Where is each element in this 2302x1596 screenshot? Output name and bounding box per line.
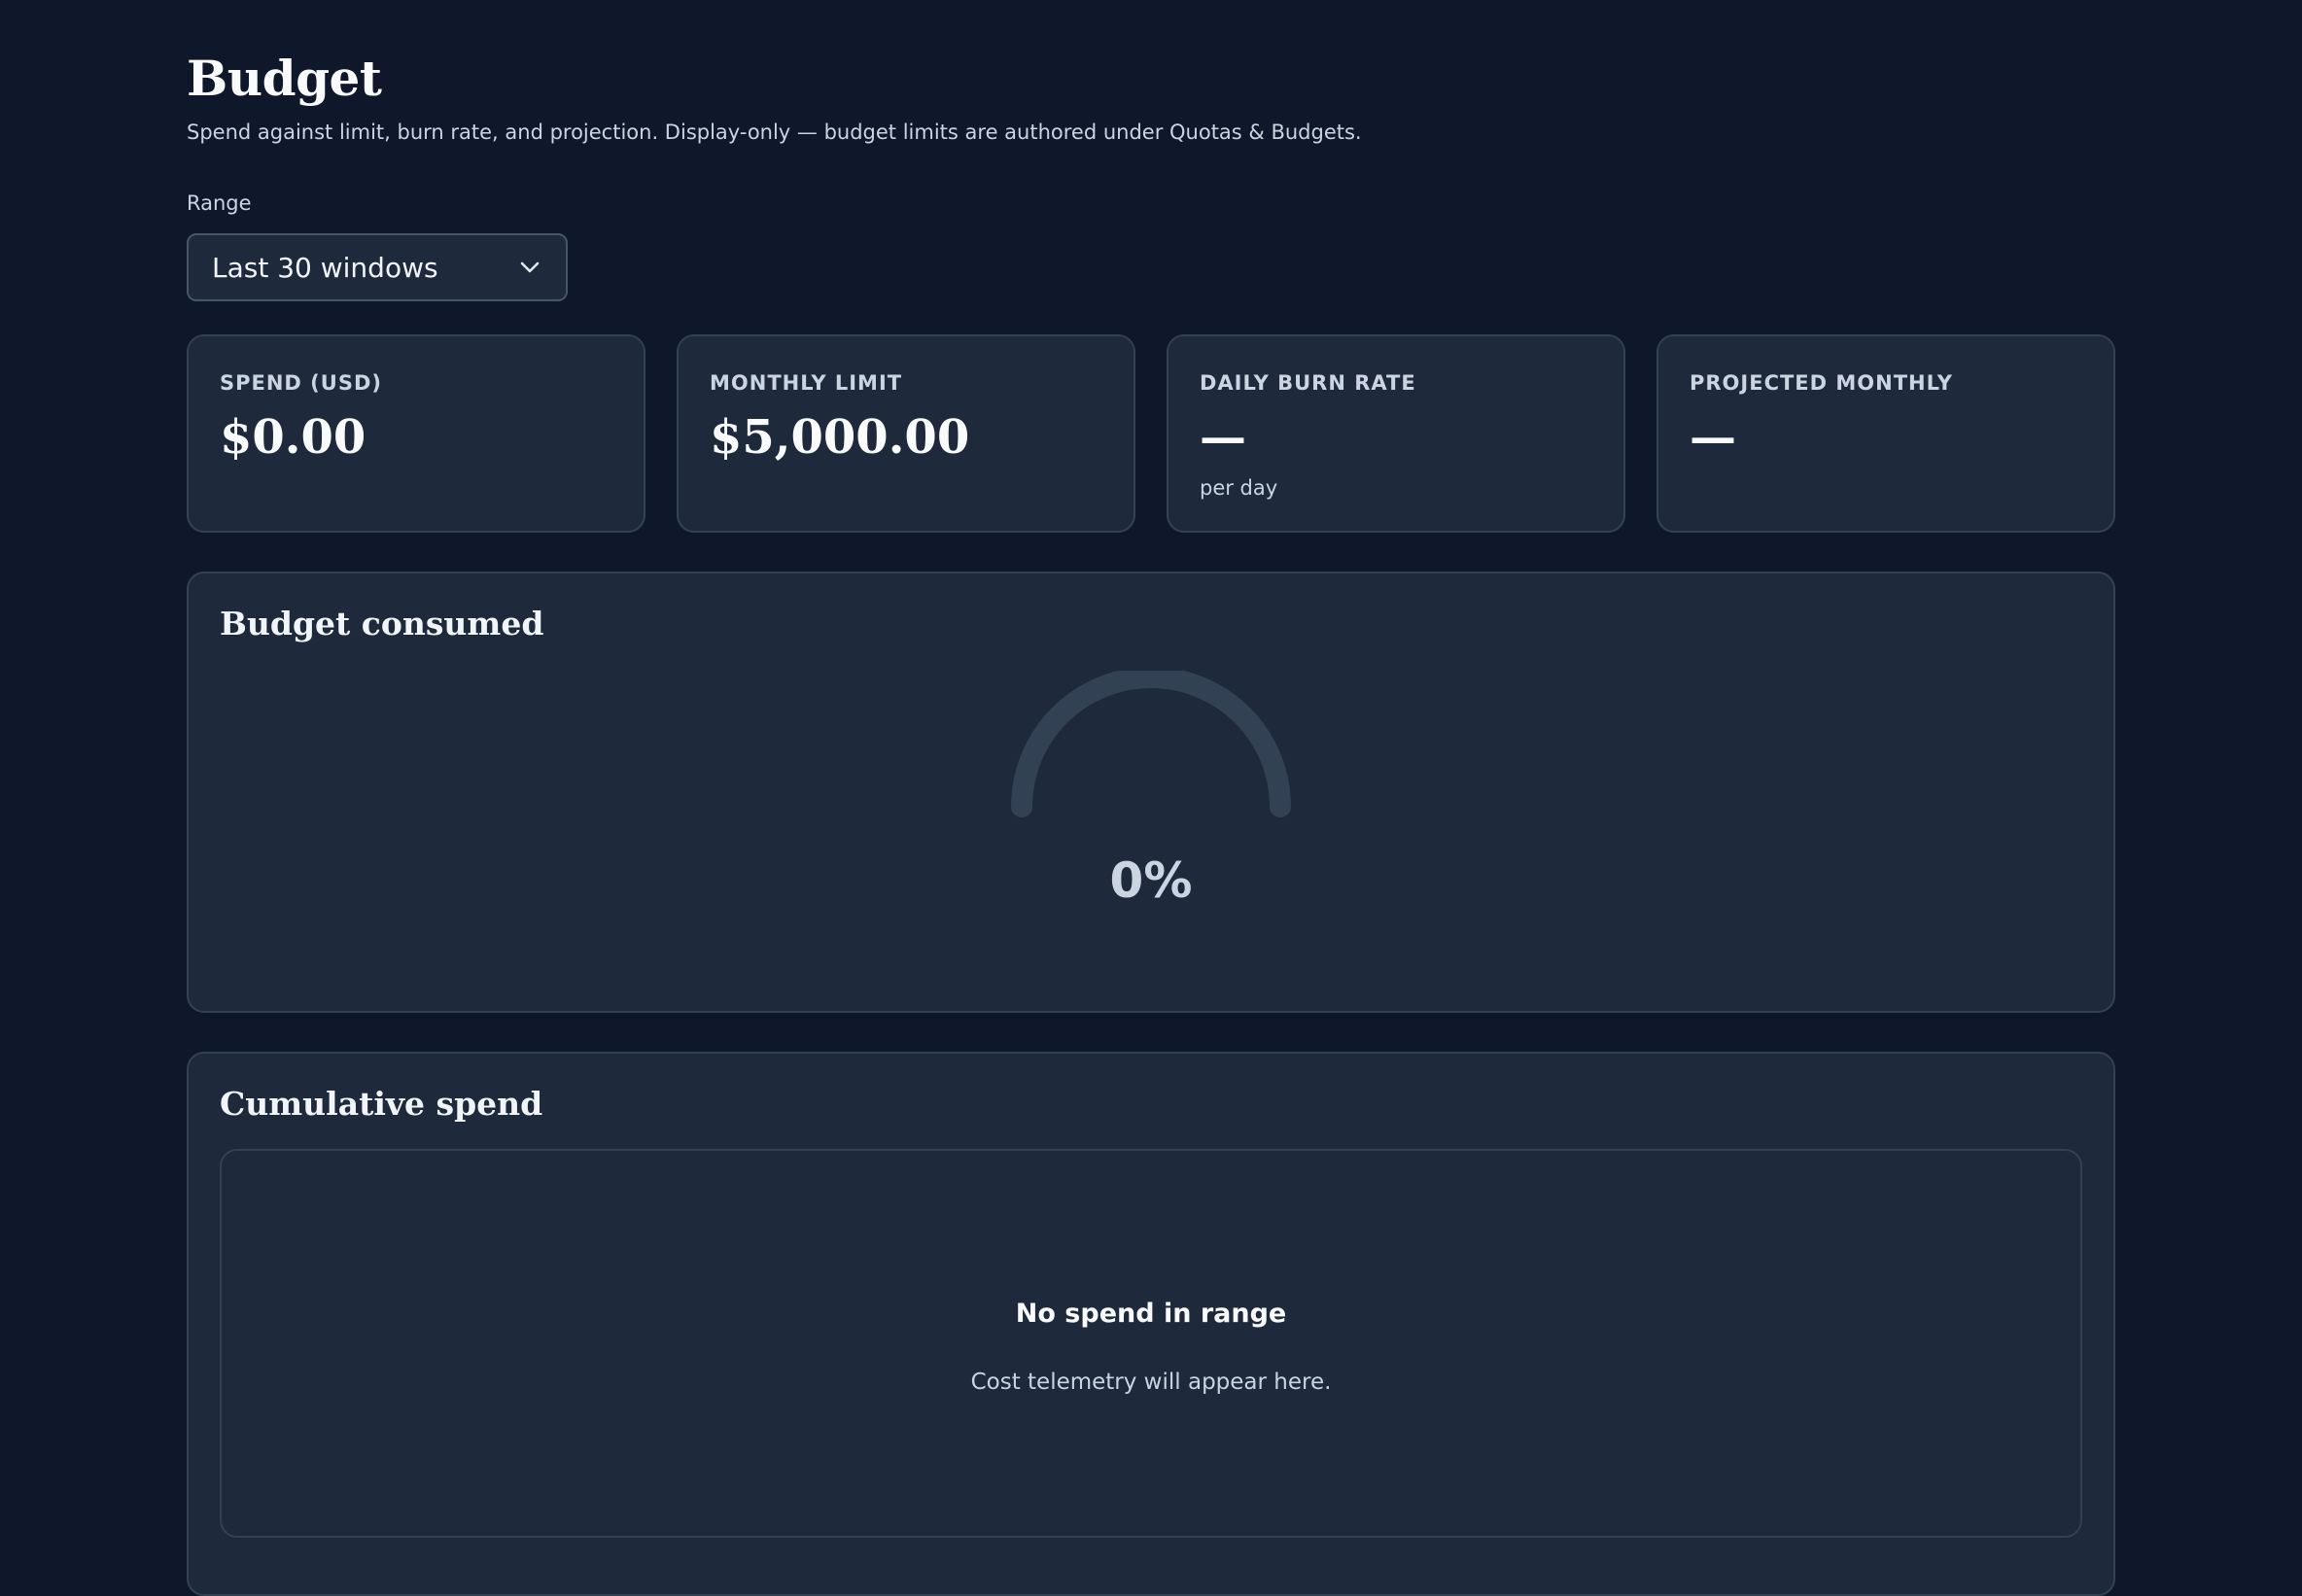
chevron-down-icon [517, 255, 542, 280]
daily-burn-rate-card-label: DAILY BURN RATE [1200, 371, 1416, 395]
budget-consumed-panel: Budget consumed 0% [187, 572, 2115, 1013]
gauge-track [1011, 671, 1291, 817]
spend-card-label: SPEND (USD) [220, 371, 382, 395]
cumulative-spend-empty-state: No spend in range Cost telemetry will ap… [220, 1149, 2082, 1538]
monthly-limit-card-value: $5,000.00 [710, 410, 970, 465]
range-select-value: Last 30 windows [212, 251, 438, 284]
page-subtitle: Spend against limit, burn rate, and proj… [187, 121, 1362, 144]
page-title: Budget [187, 50, 382, 107]
range-label: Range [187, 191, 252, 215]
cumulative-spend-panel: Cumulative spend No spend in range Cost … [187, 1052, 2115, 1596]
budget-consumed-title: Budget consumed [220, 605, 544, 642]
spend-card: SPEND (USD) $0.00 [187, 334, 645, 533]
empty-state-subtitle: Cost telemetry will appear here. [970, 1370, 1332, 1395]
daily-burn-rate-card-value: — [1200, 410, 1246, 465]
daily-burn-rate-card-sub: per day [1200, 476, 1278, 500]
budget-consumed-percent: 0% [1109, 852, 1193, 909]
cumulative-spend-title: Cumulative spend [220, 1085, 543, 1123]
spend-card-value: $0.00 [220, 410, 366, 465]
empty-state-title: No spend in range [1015, 1299, 1287, 1329]
budget-gauge [1011, 671, 1291, 817]
projected-monthly-card-value: — [1690, 410, 1736, 465]
monthly-limit-card-label: MONTHLY LIMIT [710, 371, 903, 395]
range-select[interactable]: Last 30 windows [187, 233, 568, 301]
projected-monthly-card-label: PROJECTED MONTHLY [1690, 371, 1953, 395]
daily-burn-rate-card: DAILY BURN RATE — per day [1167, 334, 1625, 533]
monthly-limit-card: MONTHLY LIMIT $5,000.00 [677, 334, 1135, 533]
projected-monthly-card: PROJECTED MONTHLY — [1657, 334, 2115, 533]
